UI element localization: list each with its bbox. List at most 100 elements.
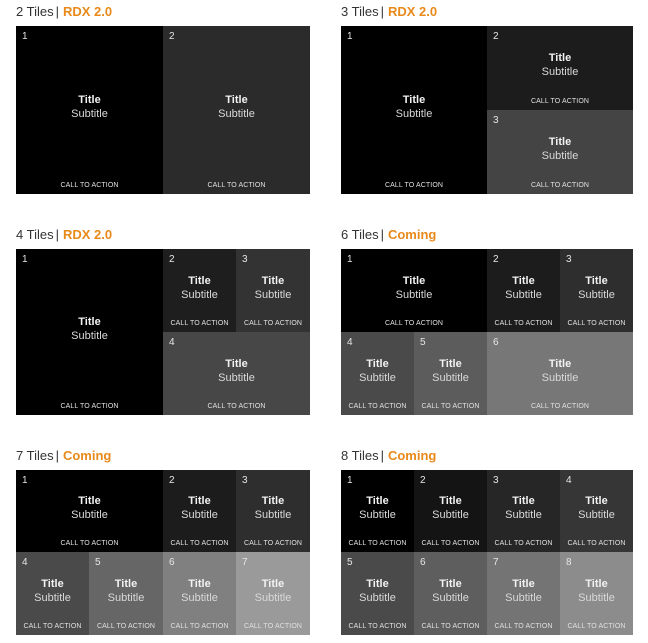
tile-title: Title <box>41 577 64 590</box>
tile-subtitle: Subtitle <box>541 150 579 162</box>
tile-count: 8 Tiles <box>341 448 379 463</box>
panel-heading: 6 Tiles | Coming <box>341 225 436 245</box>
call-to-action[interactable]: CALL TO ACTION <box>163 623 236 630</box>
tile-3[interactable]: 3 Title Subtitle CALL TO ACTION <box>560 249 633 332</box>
call-to-action[interactable]: CALL TO ACTION <box>163 320 236 327</box>
tile-title: Title <box>188 577 211 590</box>
tile-6[interactable]: 6 Title Subtitle CALL TO ACTION <box>163 552 236 635</box>
tile-title: Title <box>512 577 535 590</box>
call-to-action[interactable]: CALL TO ACTION <box>487 182 633 189</box>
call-to-action[interactable]: CALL TO ACTION <box>236 540 310 547</box>
call-to-action[interactable]: CALL TO ACTION <box>414 623 487 630</box>
tile-2[interactable]: 2 Title Subtitle CALL TO ACTION <box>163 249 236 332</box>
tile-subtitle: Subtitle <box>181 288 218 301</box>
call-to-action[interactable]: CALL TO ACTION <box>16 540 163 547</box>
call-to-action[interactable]: CALL TO ACTION <box>163 182 310 189</box>
tile-title: Title <box>188 274 211 287</box>
tile-title: Title <box>548 52 572 64</box>
call-to-action[interactable]: CALL TO ACTION <box>487 98 633 105</box>
call-to-action[interactable]: CALL TO ACTION <box>341 403 414 410</box>
call-to-action[interactable]: CALL TO ACTION <box>560 320 633 327</box>
tile-title: Title <box>585 577 608 590</box>
tile-title: Title <box>261 495 285 507</box>
status-label: Coming <box>62 448 112 463</box>
tile-2[interactable]: 2 Title Subtitle CALL TO ACTION <box>163 26 310 194</box>
tile-title: Title <box>512 274 535 287</box>
separator: | <box>55 448 59 463</box>
tile-3[interactable]: 3 Title Subtitle CALL TO ACTION <box>487 470 560 552</box>
tile-title: Title <box>366 577 389 590</box>
call-to-action[interactable]: CALL TO ACTION <box>16 403 163 410</box>
tile-3[interactable]: 3 Title Subtitle CALL TO ACTION <box>487 110 633 194</box>
call-to-action[interactable]: CALL TO ACTION <box>341 320 487 327</box>
tile-count: 3 Tiles <box>341 4 379 19</box>
panel-heading: 3 Tiles | RDX 2.0 <box>341 2 437 22</box>
tile-1[interactable]: 1 Title Subtitle CALL TO ACTION <box>341 470 414 552</box>
status-label: RDX 2.0 <box>387 4 438 19</box>
call-to-action[interactable]: CALL TO ACTION <box>236 320 310 327</box>
call-to-action[interactable]: CALL TO ACTION <box>341 182 487 189</box>
tile-6[interactable]: 6 Title Subtitle CALL TO ACTION <box>414 552 487 635</box>
tile-title: Title <box>114 577 138 590</box>
tile-subtitle: Subtitle <box>359 509 396 521</box>
tile-1[interactable]: 1 Title Subtitle CALL TO ACTION <box>341 26 487 194</box>
call-to-action[interactable]: CALL TO ACTION <box>16 623 89 630</box>
call-to-action[interactable]: CALL TO ACTION <box>487 540 560 547</box>
call-to-action[interactable]: CALL TO ACTION <box>341 540 414 547</box>
call-to-action[interactable]: CALL TO ACTION <box>560 623 633 630</box>
tile-2[interactable]: 2 Title Subtitle CALL TO ACTION <box>487 26 633 110</box>
tile-count: 7 Tiles <box>16 448 54 463</box>
call-to-action[interactable]: CALL TO ACTION <box>89 623 163 630</box>
tile-7[interactable]: 7 Title Subtitle CALL TO ACTION <box>487 552 560 635</box>
call-to-action[interactable]: CALL TO ACTION <box>16 182 163 189</box>
tile-5[interactable]: 5 Title Subtitle CALL TO ACTION <box>89 552 163 635</box>
panel-heading: 8 Tiles | Coming <box>341 446 436 466</box>
tile-4[interactable]: 4 Title Subtitle CALL TO ACTION <box>560 470 633 552</box>
tile-title: Title <box>585 274 608 287</box>
tile-subtitle: Subtitle <box>541 371 579 384</box>
tile-subtitle: Subtitle <box>505 509 542 521</box>
tile-7[interactable]: 7 Title Subtitle CALL TO ACTION <box>236 552 310 635</box>
tile-2[interactable]: 2 Title Subtitle CALL TO ACTION <box>487 249 560 332</box>
tile-3[interactable]: 3 Title Subtitle CALL TO ACTION <box>236 249 310 332</box>
separator: | <box>55 4 59 19</box>
panel-heading: 4 Tiles | RDX 2.0 <box>16 225 112 245</box>
tile-title: Title <box>585 495 608 507</box>
tile-5[interactable]: 5 Title Subtitle CALL TO ACTION <box>341 552 414 635</box>
call-to-action[interactable]: CALL TO ACTION <box>487 403 633 410</box>
tile-5[interactable]: 5 Title Subtitle CALL TO ACTION <box>414 332 487 415</box>
tile-grid: 1 Title Subtitle CALL TO ACTION 2 Title Su… <box>16 470 310 635</box>
tile-1[interactable]: 1 Title Subtitle CALL TO ACTION <box>16 249 163 415</box>
call-to-action[interactable]: CALL TO ACTION <box>236 623 310 630</box>
layout-2-tiles: 2 Tiles | RDX 2.0 1 Title Subtitle CALL TO … <box>16 2 310 196</box>
tile-2[interactable]: 2 Title Subtitle CALL TO ACTION <box>414 470 487 552</box>
tile-subtitle: Subtitle <box>432 509 469 521</box>
call-to-action[interactable]: CALL TO ACTION <box>414 540 487 547</box>
tile-subtitle: Subtitle <box>71 509 108 521</box>
tile-1[interactable]: 1 Title Subtitle CALL TO ACTION <box>16 26 163 194</box>
tile-4[interactable]: 4 Title Subtitle CALL TO ACTION <box>341 332 414 415</box>
tile-subtitle: Subtitle <box>254 591 292 604</box>
tile-4[interactable]: 4 Title Subtitle CALL TO ACTION <box>163 332 310 415</box>
layout-4-tiles: 4 Tiles | RDX 2.0 1 Title Subtitle CALL TO … <box>16 225 310 417</box>
call-to-action[interactable]: CALL TO ACTION <box>560 540 633 547</box>
tile-title: Title <box>402 274 426 287</box>
tile-title: Title <box>366 495 389 507</box>
call-to-action[interactable]: CALL TO ACTION <box>414 403 487 410</box>
tile-subtitle: Subtitle <box>359 591 396 604</box>
tile-1[interactable]: 1 Title Subtitle CALL TO ACTION <box>16 470 163 552</box>
tile-1[interactable]: 1 Title Subtitle CALL TO ACTION <box>341 249 487 332</box>
tile-subtitle: Subtitle <box>254 509 292 521</box>
call-to-action[interactable]: CALL TO ACTION <box>341 623 414 630</box>
tile-title: Title <box>188 495 211 507</box>
tile-title: Title <box>439 495 462 507</box>
call-to-action[interactable]: CALL TO ACTION <box>163 540 236 547</box>
call-to-action[interactable]: CALL TO ACTION <box>487 320 560 327</box>
tile-4[interactable]: 4 Title Subtitle CALL TO ACTION <box>16 552 89 635</box>
tile-6[interactable]: 6 Title Subtitle CALL TO ACTION <box>487 332 633 415</box>
call-to-action[interactable]: CALL TO ACTION <box>163 403 310 410</box>
tile-8[interactable]: 8 Title Subtitle CALL TO ACTION <box>560 552 633 635</box>
tile-3[interactable]: 3 Title Subtitle CALL TO ACTION <box>236 470 310 552</box>
tile-2[interactable]: 2 Title Subtitle CALL TO ACTION <box>163 470 236 552</box>
call-to-action[interactable]: CALL TO ACTION <box>487 623 560 630</box>
